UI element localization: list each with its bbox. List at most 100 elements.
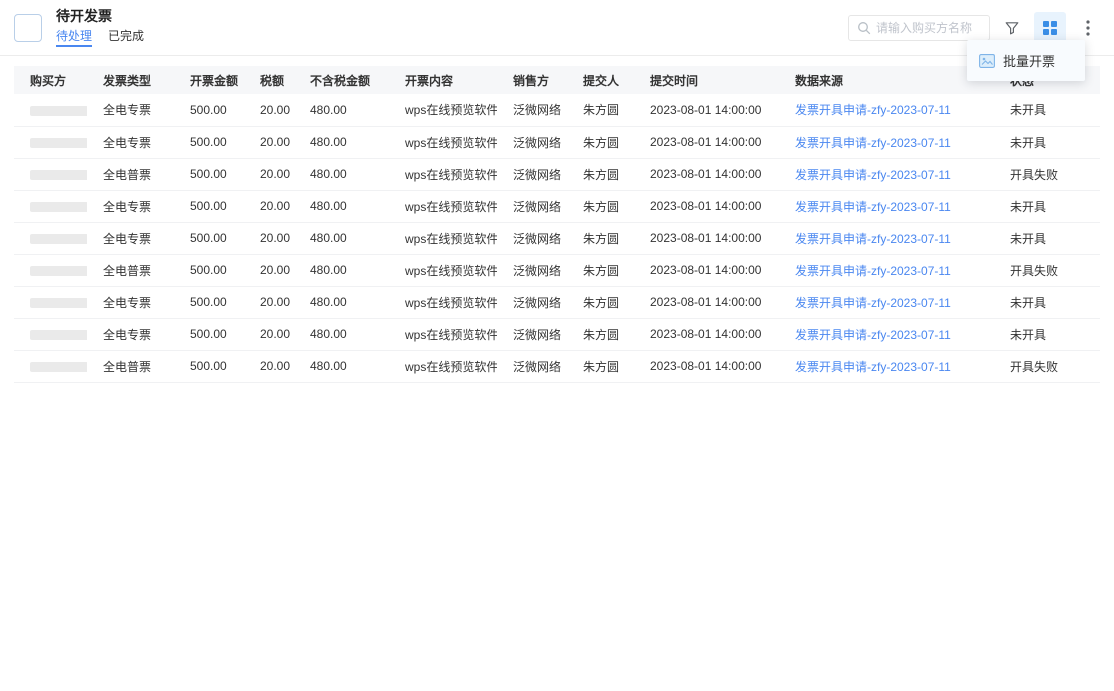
cell-tax: 20.00 (244, 158, 294, 190)
cell-status: 未开具 (994, 286, 1100, 318)
cell-seller: 泛微网络 (497, 94, 567, 126)
cell-content: wps在线预览软件 (389, 350, 497, 382)
batch-invoice-popup: 批量开票 (967, 40, 1085, 81)
search-box[interactable] (848, 15, 990, 41)
menu-item-batch-invoice[interactable]: 批量开票 (967, 46, 1085, 75)
cell-seller: 泛微网络 (497, 126, 567, 158)
table-row: 全电专票500.0020.00480.00wps在线预览软件泛微网络朱方圆202… (14, 286, 1100, 318)
cell-source: 发票开具申请-zfy-2023-07-11 (779, 286, 994, 318)
source-link[interactable]: 发票开具申请-zfy-2023-07-11 (795, 103, 951, 117)
page-title: 待开发票 (56, 8, 144, 25)
batch-invoice-icon (979, 54, 995, 68)
table-row: 全电专票500.0020.00480.00wps在线预览软件泛微网络朱方圆202… (14, 318, 1100, 350)
cell-submitter: 朱方圆 (567, 126, 634, 158)
cell-status: 未开具 (994, 318, 1100, 350)
topbar: 待开发票 待处理 已完成 (0, 0, 1114, 56)
cell-invoice_type: 全电专票 (87, 286, 174, 318)
cell-submit_time: 2023-08-01 14:00:00 (634, 126, 779, 158)
cell-amount: 500.00 (174, 222, 244, 254)
cell-invoice_type: 全电专票 (87, 222, 174, 254)
table-row: 全电普票500.0020.00480.00wps在线预览软件泛微网络朱方圆202… (14, 254, 1100, 286)
cell-invoice_type: 全电普票 (87, 254, 174, 286)
cell-submit_time: 2023-08-01 14:00:00 (634, 190, 779, 222)
cell-content: wps在线预览软件 (389, 254, 497, 286)
column-header-amount_ex_tax: 不含税金额 (294, 66, 389, 94)
cell-tax: 20.00 (244, 318, 294, 350)
cell-submitter: 朱方圆 (567, 254, 634, 286)
filter-icon[interactable] (1000, 16, 1024, 40)
source-link[interactable]: 发票开具申请-zfy-2023-07-11 (795, 200, 951, 214)
cell-invoice_type: 全电普票 (87, 158, 174, 190)
cell-content: wps在线预览软件 (389, 126, 497, 158)
cell-submitter: 朱方圆 (567, 286, 634, 318)
cell-status: 未开具 (994, 126, 1100, 158)
cell-amount: 500.00 (174, 190, 244, 222)
batch-grid-icon[interactable] (1034, 12, 1066, 44)
tab-completed[interactable]: 已完成 (108, 29, 144, 47)
cell-seller: 泛微网络 (497, 318, 567, 350)
cell-submitter: 朱方圆 (567, 318, 634, 350)
cell-content: wps在线预览软件 (389, 158, 497, 190)
cell-status: 开具失败 (994, 350, 1100, 382)
table-row: 全电普票500.0020.00480.00wps在线预览软件泛微网络朱方圆202… (14, 158, 1100, 190)
source-link[interactable]: 发票开具申请-zfy-2023-07-11 (795, 232, 951, 246)
cell-amount: 500.00 (174, 286, 244, 318)
cell-tax: 20.00 (244, 350, 294, 382)
cell-amount: 500.00 (174, 318, 244, 350)
table-row: 全电专票500.0020.00480.00wps在线预览软件泛微网络朱方圆202… (14, 190, 1100, 222)
menu-item-label: 批量开票 (1003, 51, 1055, 70)
source-link[interactable]: 发票开具申请-zfy-2023-07-11 (795, 328, 951, 342)
source-link[interactable]: 发票开具申请-zfy-2023-07-11 (795, 168, 951, 182)
cell-seller: 泛微网络 (497, 158, 567, 190)
cell-amount_ex_tax: 480.00 (294, 350, 389, 382)
cell-invoice_type: 全电专票 (87, 190, 174, 222)
column-header-seller: 销售方 (497, 66, 567, 94)
cell-tax: 20.00 (244, 94, 294, 126)
cell-amount: 500.00 (174, 350, 244, 382)
cell-seller: 泛微网络 (497, 350, 567, 382)
cell-source: 发票开具申请-zfy-2023-07-11 (779, 126, 994, 158)
tab-pending[interactable]: 待处理 (56, 29, 92, 47)
buyer-redacted-placeholder (30, 362, 87, 372)
cell-buyer (14, 126, 87, 158)
source-link[interactable]: 发票开具申请-zfy-2023-07-11 (795, 296, 951, 310)
cell-amount: 500.00 (174, 158, 244, 190)
column-header-invoice_type: 发票类型 (87, 66, 174, 94)
cell-buyer (14, 94, 87, 126)
cell-source: 发票开具申请-zfy-2023-07-11 (779, 94, 994, 126)
source-link[interactable]: 发票开具申请-zfy-2023-07-11 (795, 136, 951, 150)
cell-status: 开具失败 (994, 254, 1100, 286)
buyer-redacted-placeholder (30, 138, 87, 148)
invoice-table-wrap: 购买方发票类型开票金额税额不含税金额开票内容销售方提交人提交时间数据来源状态 全… (14, 66, 1100, 383)
cell-amount_ex_tax: 480.00 (294, 254, 389, 286)
source-link[interactable]: 发票开具申请-zfy-2023-07-11 (795, 264, 951, 278)
cell-submit_time: 2023-08-01 14:00:00 (634, 94, 779, 126)
cell-submit_time: 2023-08-01 14:00:00 (634, 350, 779, 382)
cell-tax: 20.00 (244, 254, 294, 286)
cell-status: 未开具 (994, 190, 1100, 222)
cell-submitter: 朱方圆 (567, 222, 634, 254)
invoice-table-header-row: 购买方发票类型开票金额税额不含税金额开票内容销售方提交人提交时间数据来源状态 (14, 66, 1100, 94)
cell-seller: 泛微网络 (497, 222, 567, 254)
cell-amount_ex_tax: 480.00 (294, 318, 389, 350)
cell-buyer (14, 190, 87, 222)
search-input[interactable] (876, 21, 981, 35)
table-row: 全电专票500.0020.00480.00wps在线预览软件泛微网络朱方圆202… (14, 126, 1100, 158)
cell-amount_ex_tax: 480.00 (294, 190, 389, 222)
cell-amount_ex_tax: 480.00 (294, 286, 389, 318)
cell-amount_ex_tax: 480.00 (294, 158, 389, 190)
cell-source: 发票开具申请-zfy-2023-07-11 (779, 254, 994, 286)
cell-invoice_type: 全电普票 (87, 350, 174, 382)
kebab-menu-icon[interactable] (1076, 16, 1100, 40)
cell-source: 发票开具申请-zfy-2023-07-11 (779, 222, 994, 254)
cell-content: wps在线预览软件 (389, 222, 497, 254)
cell-amount: 500.00 (174, 254, 244, 286)
topbar-actions (848, 12, 1100, 44)
buyer-redacted-placeholder (30, 170, 87, 180)
cell-tax: 20.00 (244, 222, 294, 254)
cell-buyer (14, 222, 87, 254)
column-header-amount: 开票金额 (174, 66, 244, 94)
source-link[interactable]: 发票开具申请-zfy-2023-07-11 (795, 360, 951, 374)
cell-submit_time: 2023-08-01 14:00:00 (634, 254, 779, 286)
table-row: 全电普票500.0020.00480.00wps在线预览软件泛微网络朱方圆202… (14, 350, 1100, 382)
